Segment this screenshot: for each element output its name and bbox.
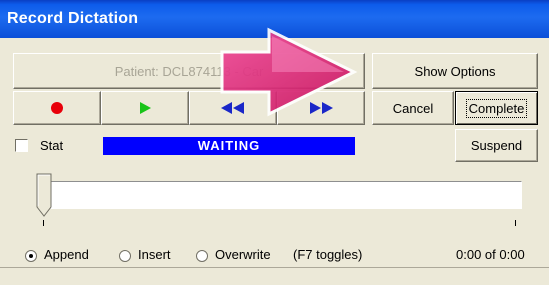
f7-toggle-hint: (F7 toggles) xyxy=(293,247,363,262)
radio-overwrite-label: Overwrite xyxy=(215,247,271,262)
complete-label: Complete xyxy=(465,98,528,118)
radio-insert-label: Insert xyxy=(138,247,171,262)
stat-label: Stat xyxy=(40,138,64,153)
radio-insert[interactable] xyxy=(119,250,131,262)
slider-tick-start xyxy=(43,220,44,226)
slider-thumb[interactable] xyxy=(36,173,52,217)
position-track[interactable] xyxy=(50,181,522,209)
bottom-divider xyxy=(0,267,549,268)
record-button[interactable] xyxy=(13,91,101,125)
time-readout: 0:00 of 0:00 xyxy=(456,247,525,262)
stat-checkbox[interactable] xyxy=(15,139,28,152)
record-icon xyxy=(51,102,63,114)
cancel-label: Cancel xyxy=(392,100,434,116)
window-title: Record Dictation xyxy=(7,10,139,27)
status-bar: WAITING xyxy=(103,137,355,155)
suspend-label: Suspend xyxy=(470,138,523,153)
radio-append[interactable] xyxy=(25,250,37,262)
status-text: WAITING xyxy=(197,138,261,153)
slider-tick-end xyxy=(515,220,516,226)
pointer-arrow-icon xyxy=(220,27,358,117)
show-options-button[interactable]: Show Options xyxy=(372,53,538,89)
play-icon xyxy=(139,102,151,114)
play-button[interactable] xyxy=(101,91,189,125)
cancel-button[interactable]: Cancel xyxy=(372,91,454,125)
show-options-label: Show Options xyxy=(414,63,496,79)
radio-overwrite[interactable] xyxy=(196,250,208,262)
radio-append-label: Append xyxy=(44,247,89,262)
complete-button[interactable]: Complete xyxy=(455,91,538,125)
suspend-button[interactable]: Suspend xyxy=(455,129,538,162)
